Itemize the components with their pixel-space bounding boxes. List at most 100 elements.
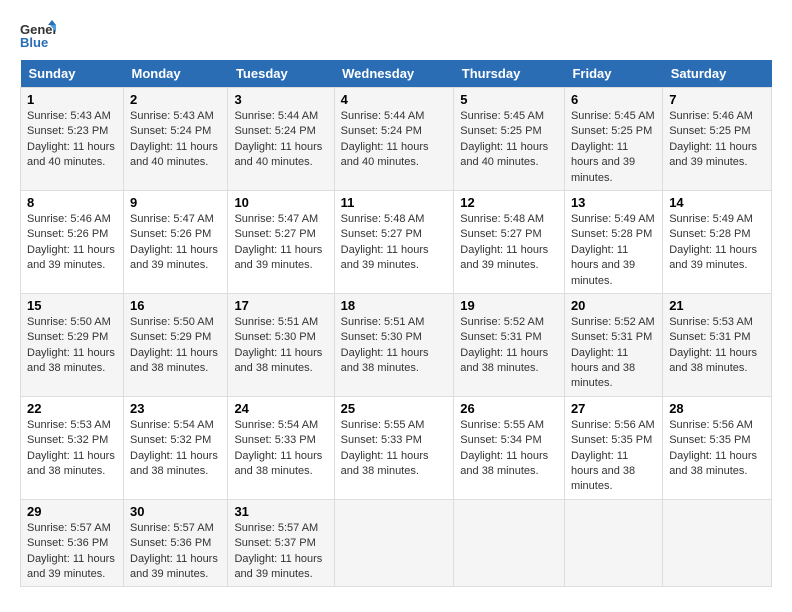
- day-number: 19: [460, 298, 558, 313]
- col-header-saturday: Saturday: [663, 60, 772, 88]
- calendar-cell: 20Sunrise: 5:52 AMSunset: 5:31 PMDayligh…: [564, 293, 662, 396]
- day-number: 3: [234, 92, 327, 107]
- calendar-cell: 5 Sunrise: 5:45 AMSunset: 5:25 PMDaylight…: [454, 88, 565, 191]
- col-header-sunday: Sunday: [21, 60, 124, 88]
- cell-content: Sunrise: 5:55 AMSunset: 5:34 PMDaylight:…: [460, 418, 558, 480]
- cell-content: Sunrise: 5:44 AMSunset: 5:24 PMDaylight:…: [341, 109, 448, 171]
- col-header-friday: Friday: [564, 60, 662, 88]
- calendar-cell: [334, 499, 454, 587]
- cell-content: Sunrise: 5:46 AMSunset: 5:26 PMDaylight:…: [27, 212, 117, 274]
- cell-content: Sunrise: 5:47 AMSunset: 5:26 PMDaylight:…: [130, 212, 221, 274]
- day-number: 12: [460, 195, 558, 210]
- logo-icon: General Blue: [20, 20, 56, 50]
- day-number: 16: [130, 298, 221, 313]
- day-number: 18: [341, 298, 448, 313]
- logo: General Blue: [20, 20, 56, 50]
- day-number: 6: [571, 92, 656, 107]
- calendar-cell: 2 Sunrise: 5:43 AMSunset: 5:24 PMDaylight…: [124, 88, 228, 191]
- calendar-cell: 28Sunrise: 5:56 AMSunset: 5:35 PMDayligh…: [663, 396, 772, 499]
- calendar-cell: 22 Sunrise: 5:53 AMSunset: 5:32 PMDayligh…: [21, 396, 124, 499]
- cell-content: Sunrise: 5:54 AMSunset: 5:33 PMDaylight:…: [234, 418, 327, 480]
- cell-content: Sunrise: 5:51 AMSunset: 5:30 PMDaylight:…: [341, 315, 448, 377]
- cell-content: Sunrise: 5:51 AMSunset: 5:30 PMDaylight:…: [234, 315, 327, 377]
- day-number: 1: [27, 92, 117, 107]
- calendar-cell: [564, 499, 662, 587]
- day-number: 26: [460, 401, 558, 416]
- day-number: 22: [27, 401, 117, 416]
- calendar-cell: 17 Sunrise: 5:51 AMSunset: 5:30 PMDayligh…: [228, 293, 334, 396]
- svg-text:Blue: Blue: [20, 35, 48, 50]
- cell-content: Sunrise: 5:45 AMSunset: 5:25 PMDaylight:…: [460, 109, 558, 171]
- day-number: 11: [341, 195, 448, 210]
- calendar-cell: 25Sunrise: 5:55 AMSunset: 5:33 PMDayligh…: [334, 396, 454, 499]
- day-number: 23: [130, 401, 221, 416]
- day-number: 2: [130, 92, 221, 107]
- week-row: 8Sunrise: 5:46 AMSunset: 5:26 PMDaylight…: [21, 190, 772, 293]
- cell-content: Sunrise: 5:44 AMSunset: 5:24 PMDaylight:…: [234, 109, 327, 171]
- calendar-cell: 26 Sunrise: 5:55 AMSunset: 5:34 PMDayligh…: [454, 396, 565, 499]
- day-number: 28: [669, 401, 765, 416]
- calendar-cell: 15 Sunrise: 5:50 AMSunset: 5:29 PMDayligh…: [21, 293, 124, 396]
- calendar-cell: 3 Sunrise: 5:44 AMSunset: 5:24 PMDaylight…: [228, 88, 334, 191]
- cell-content: Sunrise: 5:46 AMSunset: 5:25 PMDaylight:…: [669, 109, 765, 171]
- calendar-table: SundayMondayTuesdayWednesdayThursdayFrid…: [20, 60, 772, 587]
- cell-content: Sunrise: 5:48 AMSunset: 5:27 PMDaylight:…: [460, 212, 558, 274]
- calendar-cell: 9 Sunrise: 5:47 AMSunset: 5:26 PMDaylight…: [124, 190, 228, 293]
- cell-content: Sunrise: 5:43 AMSunset: 5:23 PMDaylight:…: [27, 109, 117, 171]
- calendar-cell: 4 Sunrise: 5:44 AMSunset: 5:24 PMDaylight…: [334, 88, 454, 191]
- day-number: 4: [341, 92, 448, 107]
- calendar-cell: [663, 499, 772, 587]
- col-header-monday: Monday: [124, 60, 228, 88]
- calendar-cell: 16 Sunrise: 5:50 AMSunset: 5:29 PMDayligh…: [124, 293, 228, 396]
- week-row: 15 Sunrise: 5:50 AMSunset: 5:29 PMDayligh…: [21, 293, 772, 396]
- calendar-cell: 27Sunrise: 5:56 AMSunset: 5:35 PMDayligh…: [564, 396, 662, 499]
- day-number: 9: [130, 195, 221, 210]
- week-row: 29 Sunrise: 5:57 AMSunset: 5:36 PMDayligh…: [21, 499, 772, 587]
- cell-content: Sunrise: 5:54 AMSunset: 5:32 PMDaylight:…: [130, 418, 221, 480]
- calendar-cell: 7 Sunrise: 5:46 AMSunset: 5:25 PMDaylight…: [663, 88, 772, 191]
- calendar-cell: 10Sunrise: 5:47 AMSunset: 5:27 PMDayligh…: [228, 190, 334, 293]
- calendar-cell: 6 Sunrise: 5:45 AMSunset: 5:25 PMDaylight…: [564, 88, 662, 191]
- cell-content: Sunrise: 5:49 AMSunset: 5:28 PMDaylight:…: [571, 212, 656, 289]
- day-number: 29: [27, 504, 117, 519]
- day-number: 20: [571, 298, 656, 313]
- calendar-cell: 23 Sunrise: 5:54 AMSunset: 5:32 PMDayligh…: [124, 396, 228, 499]
- day-number: 13: [571, 195, 656, 210]
- calendar-cell: 19 Sunrise: 5:52 AMSunset: 5:31 PMDayligh…: [454, 293, 565, 396]
- calendar-cell: 12 Sunrise: 5:48 AMSunset: 5:27 PMDayligh…: [454, 190, 565, 293]
- header: General Blue: [20, 20, 772, 50]
- calendar-cell: 1 Sunrise: 5:43 AMSunset: 5:23 PMDaylight…: [21, 88, 124, 191]
- day-number: 7: [669, 92, 765, 107]
- cell-content: Sunrise: 5:50 AMSunset: 5:29 PMDaylight:…: [27, 315, 117, 377]
- calendar-cell: 21Sunrise: 5:53 AMSunset: 5:31 PMDayligh…: [663, 293, 772, 396]
- cell-content: Sunrise: 5:50 AMSunset: 5:29 PMDaylight:…: [130, 315, 221, 377]
- calendar-cell: [454, 499, 565, 587]
- header-row: SundayMondayTuesdayWednesdayThursdayFrid…: [21, 60, 772, 88]
- day-number: 21: [669, 298, 765, 313]
- col-header-thursday: Thursday: [454, 60, 565, 88]
- day-number: 5: [460, 92, 558, 107]
- calendar-cell: 30 Sunrise: 5:57 AMSunset: 5:36 PMDayligh…: [124, 499, 228, 587]
- calendar-cell: 18 Sunrise: 5:51 AMSunset: 5:30 PMDayligh…: [334, 293, 454, 396]
- calendar-cell: 29 Sunrise: 5:57 AMSunset: 5:36 PMDayligh…: [21, 499, 124, 587]
- day-number: 17: [234, 298, 327, 313]
- week-row: 1 Sunrise: 5:43 AMSunset: 5:23 PMDaylight…: [21, 88, 772, 191]
- cell-content: Sunrise: 5:45 AMSunset: 5:25 PMDaylight:…: [571, 109, 656, 186]
- calendar-cell: 11Sunrise: 5:48 AMSunset: 5:27 PMDayligh…: [334, 190, 454, 293]
- cell-content: Sunrise: 5:56 AMSunset: 5:35 PMDaylight:…: [571, 418, 656, 495]
- cell-content: Sunrise: 5:57 AMSunset: 5:36 PMDaylight:…: [130, 521, 221, 583]
- col-header-wednesday: Wednesday: [334, 60, 454, 88]
- cell-content: Sunrise: 5:47 AMSunset: 5:27 PMDaylight:…: [234, 212, 327, 274]
- day-number: 24: [234, 401, 327, 416]
- cell-content: Sunrise: 5:55 AMSunset: 5:33 PMDaylight:…: [341, 418, 448, 480]
- cell-content: Sunrise: 5:52 AMSunset: 5:31 PMDaylight:…: [460, 315, 558, 377]
- calendar-cell: 31Sunrise: 5:57 AMSunset: 5:37 PMDayligh…: [228, 499, 334, 587]
- cell-content: Sunrise: 5:57 AMSunset: 5:37 PMDaylight:…: [234, 521, 327, 583]
- cell-content: Sunrise: 5:57 AMSunset: 5:36 PMDaylight:…: [27, 521, 117, 583]
- cell-content: Sunrise: 5:43 AMSunset: 5:24 PMDaylight:…: [130, 109, 221, 171]
- cell-content: Sunrise: 5:53 AMSunset: 5:32 PMDaylight:…: [27, 418, 117, 480]
- day-number: 30: [130, 504, 221, 519]
- day-number: 15: [27, 298, 117, 313]
- calendar-cell: 24 Sunrise: 5:54 AMSunset: 5:33 PMDayligh…: [228, 396, 334, 499]
- day-number: 14: [669, 195, 765, 210]
